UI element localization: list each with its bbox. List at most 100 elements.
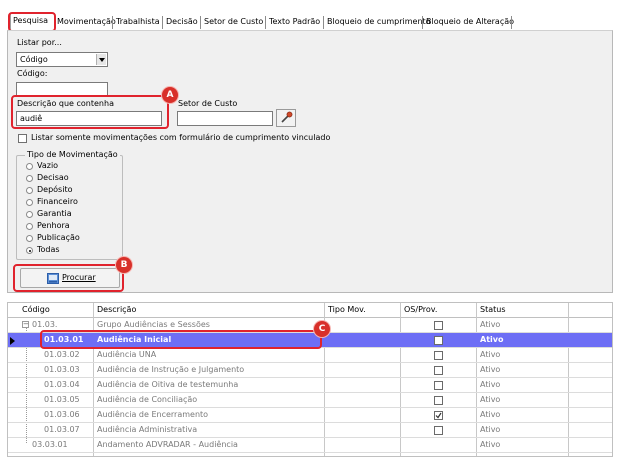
tab-movimentacao-label: Movimentação bbox=[57, 17, 116, 26]
cell-codigo: 01.03. bbox=[32, 320, 58, 329]
table-row[interactable]: 01.03.06 Audiência de Encerramento Ativo bbox=[8, 408, 612, 423]
results-grid: Código Descrição Tipo Mov. OS/Prov. Stat… bbox=[7, 302, 613, 457]
highlight-descricao bbox=[11, 95, 169, 129]
row-indicator-icon bbox=[10, 337, 15, 345]
search-icon bbox=[281, 111, 293, 123]
grid-header: Código Descrição Tipo Mov. OS/Prov. Stat… bbox=[8, 303, 612, 318]
cell-codigo: 01.03.07 bbox=[44, 425, 80, 434]
marker-a: A bbox=[162, 87, 178, 103]
cell-status: Ativo bbox=[480, 410, 501, 419]
os-prov-checkbox[interactable] bbox=[434, 321, 443, 330]
tipo-movimentacao-label: Tipo de Movimentação bbox=[25, 150, 120, 159]
marker-b: B bbox=[116, 257, 132, 273]
listar-por-label: Listar por... bbox=[17, 38, 62, 47]
radio-decisao[interactable] bbox=[26, 175, 33, 182]
cell-descricao: Audiência de Conciliação bbox=[97, 395, 198, 404]
cell-status: Ativo bbox=[480, 335, 504, 344]
cell-descricao: Andamento ADVRADAR - Audiência bbox=[97, 440, 238, 449]
radio-todas[interactable] bbox=[26, 247, 33, 254]
tab-setor-de-custo-label: Setor de Custo bbox=[204, 17, 264, 26]
tab-movimentacao[interactable]: Movimentação bbox=[55, 15, 118, 30]
tab-bloqueio-alteracao[interactable]: Bloqueio de Alteração bbox=[424, 15, 516, 30]
table-row[interactable]: 01.03.02 Audiência UNA Ativo bbox=[8, 348, 612, 363]
tab-texto-padrao[interactable]: Texto Padrão bbox=[267, 15, 322, 30]
cell-descricao: Audiência de Oitiva de testemunha bbox=[97, 380, 239, 389]
table-row[interactable]: 01.03.07 Audiência Administrativa Ativo bbox=[8, 423, 612, 438]
cell-codigo: 01.03.02 bbox=[44, 350, 80, 359]
tab-trabalhista[interactable]: Trabalhista bbox=[114, 15, 162, 30]
col-descricao[interactable]: Descrição bbox=[97, 305, 136, 314]
table-row[interactable]: 01.03.05 Audiência de Conciliação Ativo bbox=[8, 393, 612, 408]
tab-bloqueio-cumprimento-label: Bloqueio de cumprimento bbox=[327, 17, 431, 26]
somente-checkbox[interactable] bbox=[18, 134, 27, 143]
cell-status: Ativo bbox=[480, 425, 501, 434]
radio-garantia[interactable] bbox=[26, 211, 33, 218]
radio-financeiro-label: Financeiro bbox=[37, 197, 78, 206]
cell-status: Ativo bbox=[480, 380, 501, 389]
col-status[interactable]: Status bbox=[480, 305, 506, 314]
tab-bloqueio-cumprimento[interactable]: Bloqueio de cumprimento bbox=[325, 15, 433, 30]
tab-divider bbox=[200, 16, 201, 29]
cell-descricao: Grupo Audiências e Sessões bbox=[97, 320, 210, 329]
tab-divider bbox=[422, 16, 423, 29]
tab-decisao-label: Decisão bbox=[166, 17, 198, 26]
os-prov-checkbox[interactable] bbox=[434, 426, 443, 435]
cell-codigo: 03.03.01 bbox=[32, 440, 68, 449]
collapse-icon[interactable]: − bbox=[22, 321, 29, 328]
chevron-down-icon[interactable] bbox=[96, 54, 106, 65]
cell-codigo: 01.03.04 bbox=[44, 380, 80, 389]
col-codigo[interactable]: Código bbox=[22, 305, 50, 314]
cell-descricao: Audiência Administrativa bbox=[97, 425, 198, 434]
tab-decisao[interactable]: Decisão bbox=[164, 15, 200, 30]
radio-financeiro[interactable] bbox=[26, 199, 33, 206]
radio-decisao-label: Decisao bbox=[37, 173, 69, 182]
cell-descricao: Audiência de Instrução e Julgamento bbox=[97, 365, 245, 374]
cell-status: Ativo bbox=[480, 395, 501, 404]
check-icon bbox=[435, 412, 442, 419]
codigo-label: Código: bbox=[17, 69, 48, 78]
radio-vazio[interactable] bbox=[26, 163, 33, 170]
radio-garantia-label: Garantia bbox=[37, 209, 72, 218]
os-prov-checkbox[interactable] bbox=[434, 396, 443, 405]
cell-status: Ativo bbox=[480, 320, 501, 329]
tab-divider bbox=[112, 16, 113, 29]
setor-custo-label: Setor de Custo bbox=[178, 99, 238, 108]
tab-texto-padrao-label: Texto Padrão bbox=[269, 17, 321, 26]
tab-divider bbox=[323, 16, 324, 29]
tipo-movimentacao-group bbox=[16, 155, 123, 260]
os-prov-checkbox[interactable] bbox=[434, 366, 443, 375]
setor-custo-input[interactable] bbox=[177, 111, 273, 126]
radio-publicacao[interactable] bbox=[26, 235, 33, 242]
radio-vazio-label: Vazio bbox=[37, 161, 59, 170]
col-tipo-mov[interactable]: Tipo Mov. bbox=[328, 305, 366, 314]
radio-deposito-label: Depósito bbox=[37, 185, 73, 194]
cell-status: Ativo bbox=[480, 350, 501, 359]
table-row[interactable]: 01.03.03 Audiência de Instrução e Julgam… bbox=[8, 363, 612, 378]
cell-codigo: 01.03.03 bbox=[44, 365, 80, 374]
radio-deposito[interactable] bbox=[26, 187, 33, 194]
table-row[interactable]: 01.03.04 Audiência de Oitiva de testemun… bbox=[8, 378, 612, 393]
col-os-prov[interactable]: OS/Prov. bbox=[404, 305, 437, 314]
radio-penhora-label: Penhora bbox=[37, 221, 70, 230]
cell-codigo: 01.03.06 bbox=[44, 410, 80, 419]
os-prov-checkbox[interactable] bbox=[434, 336, 443, 345]
cell-codigo: 01.03.05 bbox=[44, 395, 80, 404]
listar-por-select[interactable]: Código bbox=[16, 52, 108, 67]
tab-setor-de-custo[interactable]: Setor de Custo bbox=[202, 15, 265, 30]
cell-descricao: Audiência UNA bbox=[97, 350, 157, 359]
tab-divider bbox=[162, 16, 163, 29]
cell-status: Ativo bbox=[480, 440, 501, 449]
os-prov-checkbox[interactable] bbox=[434, 351, 443, 360]
setor-custo-lookup-button[interactable] bbox=[276, 109, 296, 127]
table-row[interactable]: 03.03.01 Andamento ADVRADAR - Audiência … bbox=[8, 438, 612, 453]
tab-bloqueio-alteracao-label: Bloqueio de Alteração bbox=[426, 17, 515, 26]
marker-c: C bbox=[314, 321, 330, 337]
radio-publicacao-label: Publicação bbox=[37, 233, 80, 242]
os-prov-checkbox[interactable] bbox=[434, 381, 443, 390]
os-prov-checkbox-checked[interactable] bbox=[434, 411, 443, 420]
radio-penhora[interactable] bbox=[26, 223, 33, 230]
tab-divider bbox=[511, 16, 512, 29]
highlight-procurar bbox=[13, 264, 124, 292]
somente-label: Listar somente movimentações com formulá… bbox=[31, 133, 331, 142]
cell-descricao: Audiência de Encerramento bbox=[97, 410, 209, 419]
